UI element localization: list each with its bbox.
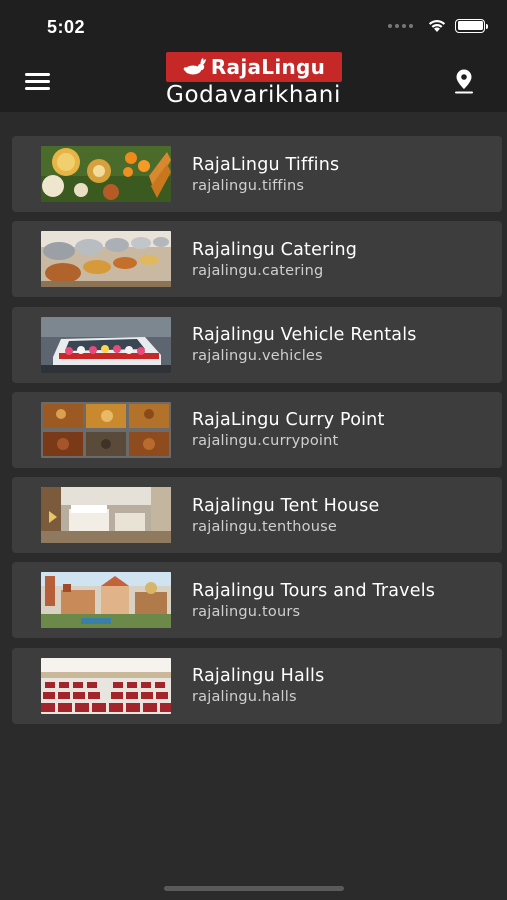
service-title: Rajalingu Vehicle Rentals <box>192 325 417 346</box>
service-handle: rajalingu.tours <box>192 603 301 620</box>
service-card-tours[interactable]: Rajalingu Tours and Travels rajalingu.to… <box>12 562 502 639</box>
brand-logo-text: RajaLingu <box>210 55 326 79</box>
vehicles-thumbnail <box>41 316 171 373</box>
service-card-catering[interactable]: Rajalingu Catering rajalingu.catering <box>12 221 502 298</box>
status-time: 5:02 <box>47 17 86 37</box>
catering-thumbnail <box>41 231 171 288</box>
signal-icon <box>388 23 413 28</box>
home-indicator[interactable] <box>164 886 344 891</box>
tiffins-thumbnail <box>41 146 171 202</box>
service-card-currypoint[interactable]: RajaLingu Curry Point rajalingu.currypoi… <box>12 391 502 468</box>
tenthouse-thumbnail <box>41 487 171 544</box>
service-title: RajaLingu Tiffins <box>192 154 340 175</box>
status-bar: 5:02 <box>0 0 507 50</box>
service-handle: rajalingu.tiffins <box>192 177 305 194</box>
halls-thumbnail <box>41 657 171 714</box>
service-handle: rajalingu.halls <box>192 689 297 706</box>
service-card-text: Rajalingu Tent House rajalingu.tenthouse <box>192 496 380 535</box>
service-handle: rajalingu.currypoint <box>192 433 339 450</box>
service-card-text: Rajalingu Tours and Travels rajalingu.to… <box>192 581 435 620</box>
rabbit-logo-icon <box>183 58 206 75</box>
service-card-tenthouse[interactable]: Rajalingu Tent House rajalingu.tenthouse <box>12 477 502 554</box>
services-list: RajaLingu Tiffins rajalingu.tiffins Raja… <box>12 136 502 733</box>
map-pin-icon[interactable] <box>453 68 475 94</box>
service-title: Rajalingu Tent House <box>192 495 380 516</box>
brand-logo: RajaLingu <box>166 52 342 82</box>
service-card-tiffins[interactable]: RajaLingu Tiffins rajalingu.tiffins <box>12 136 502 212</box>
service-title: RajaLingu Curry Point <box>192 410 385 431</box>
service-card-text: Rajalingu Vehicle Rentals rajalingu.vehi… <box>192 325 417 364</box>
service-card-text: Rajalingu Halls rajalingu.halls <box>192 666 324 705</box>
tours-thumbnail <box>41 572 171 629</box>
service-card-text: RajaLingu Tiffins rajalingu.tiffins <box>192 155 339 194</box>
city-title: Godavarikhani <box>166 82 341 108</box>
service-title: Rajalingu Tours and Travels <box>192 580 436 601</box>
service-title: Rajalingu Halls <box>192 666 325 687</box>
app-header: RajaLingu Godavarikhani <box>0 50 507 112</box>
currypoint-thumbnail <box>41 401 171 458</box>
service-card-text: RajaLingu Curry Point rajalingu.currypoi… <box>192 410 385 449</box>
service-title: Rajalingu Catering <box>192 239 358 260</box>
service-card-halls[interactable]: Rajalingu Halls rajalingu.halls <box>12 647 502 724</box>
service-handle: rajalingu.catering <box>192 262 324 279</box>
service-handle: rajalingu.vehicles <box>192 348 323 365</box>
wifi-icon <box>428 20 446 32</box>
battery-icon <box>455 18 488 33</box>
service-card-vehicles[interactable]: Rajalingu Vehicle Rentals rajalingu.vehi… <box>12 306 502 383</box>
service-card-text: Rajalingu Catering rajalingu.catering <box>192 240 357 279</box>
service-handle: rajalingu.tenthouse <box>192 518 338 535</box>
status-icons <box>388 18 488 33</box>
